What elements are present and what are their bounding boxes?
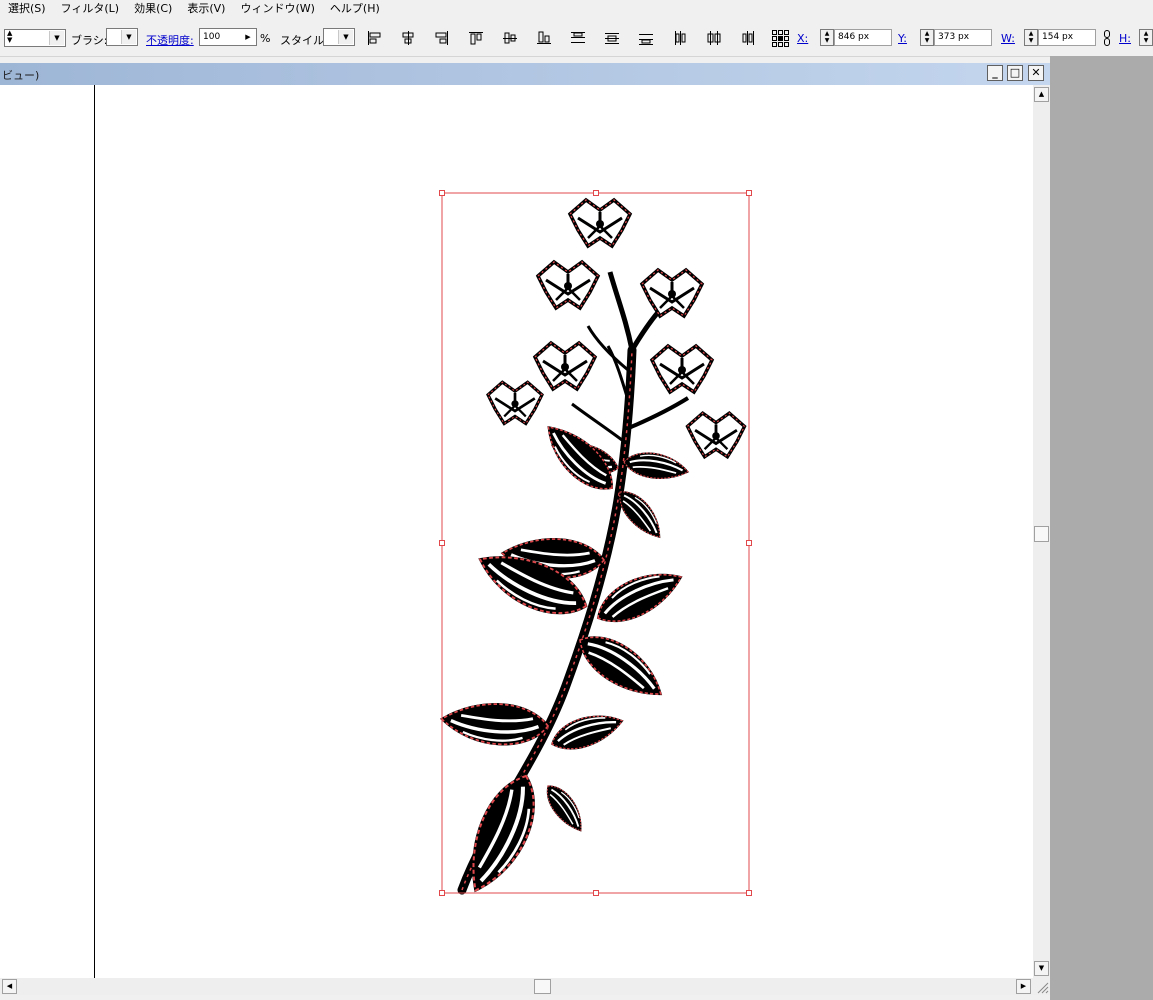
align-middle-icon[interactable] (500, 28, 520, 48)
menu-help[interactable]: ヘルプ(H) (322, 0, 387, 18)
h-label[interactable]: H: (1119, 32, 1131, 45)
chevron-down-icon: ▼ (49, 31, 64, 45)
y-label[interactable]: Y: (898, 32, 907, 45)
vertical-scrollbar[interactable]: ▲ ▼ (1033, 85, 1050, 978)
scroll-up-button[interactable]: ▲ (1034, 87, 1049, 102)
w-label[interactable]: W: (1001, 32, 1015, 45)
w-field[interactable]: 154 px (1038, 29, 1096, 46)
align-left-icon[interactable] (364, 28, 384, 48)
align-top-icon[interactable] (466, 28, 486, 48)
menu-select[interactable]: 選択(S) (0, 0, 53, 18)
align-bottom-icon[interactable] (534, 28, 554, 48)
brush-combo[interactable]: ▼ (106, 28, 138, 46)
chevron-down-icon: ▼ (338, 30, 353, 44)
arrow-right-icon: ▶ (1020, 982, 1027, 990)
style-label: スタイル: (280, 34, 328, 47)
document-titlebar: ビュー) _ □ ✕ (0, 63, 1050, 85)
vertical-scroll-thumb[interactable] (1034, 526, 1049, 542)
opacity-label[interactable]: 不透明度: (146, 32, 194, 48)
menu-effects[interactable]: 効果(C) (126, 0, 179, 18)
arrow-left-icon: ◀ (6, 982, 13, 990)
distribute-bottom-icon[interactable] (636, 28, 656, 48)
menu-filter[interactable]: フィルタ(L) (53, 0, 127, 18)
drawing-canvas[interactable] (0, 85, 1033, 978)
distribute-top-icon[interactable] (568, 28, 588, 48)
stroke-spinner-icon: ▲ ▼ (7, 29, 13, 44)
scroll-down-button[interactable]: ▼ (1034, 961, 1049, 976)
distribute-left-icon[interactable] (670, 28, 690, 48)
style-combo[interactable]: ▼ (323, 28, 355, 46)
scroll-left-button[interactable]: ◀ (2, 979, 17, 994)
resize-grip-icon[interactable] (1033, 978, 1050, 995)
x-field[interactable]: 846 px (834, 29, 892, 46)
h-spinner-icon[interactable]: ▲ ▼ (1139, 29, 1153, 46)
arrow-up-icon: ▲ (1038, 90, 1045, 98)
horizontal-scroll-thumb[interactable] (534, 979, 551, 994)
close-button[interactable]: ✕ (1028, 65, 1044, 81)
chevron-down-icon: ▼ (121, 30, 136, 44)
distribute-center-icon[interactable] (704, 28, 724, 48)
chevron-right-icon: ▶ (241, 30, 255, 44)
minimize-icon: _ (992, 66, 998, 79)
stroke-combo[interactable]: ▲ ▼ ▼ (4, 29, 66, 47)
brush-label: ブラシ: (71, 34, 108, 47)
botanical-illustration[interactable] (0, 85, 1033, 978)
distribute-right-icon[interactable] (738, 28, 758, 48)
workspace-background (1050, 56, 1153, 1000)
close-icon: ✕ (1031, 66, 1041, 79)
x-label[interactable]: X: (797, 32, 808, 45)
maximize-button[interactable]: □ (1007, 65, 1023, 81)
align-center-icon[interactable] (398, 28, 418, 48)
opacity-value: 100 (203, 32, 221, 42)
menu-bar: 選択(S) フィルタ(L) 効果(C) 表示(V) ウィンドウ(W) ヘルプ(H… (0, 0, 1153, 18)
maximize-icon: □ (1009, 66, 1021, 79)
minimize-button[interactable]: _ (987, 65, 1003, 81)
x-spinner-icon[interactable]: ▲ ▼ (820, 29, 834, 46)
scroll-right-button[interactable]: ▶ (1016, 979, 1031, 994)
horizontal-scrollbar[interactable]: ◀ ▶ (0, 978, 1033, 995)
y-spinner-icon[interactable]: ▲ ▼ (920, 29, 934, 46)
y-field[interactable]: 373 px (934, 29, 992, 46)
percent-label: % (260, 32, 271, 45)
menu-window[interactable]: ウィンドウ(W) (232, 0, 321, 18)
align-right-icon[interactable] (432, 28, 452, 48)
document-title: ビュー) (2, 69, 40, 82)
arrow-down-icon: ▼ (1038, 964, 1045, 972)
opacity-field[interactable]: 100 ▶ (199, 28, 257, 46)
distribute-middle-icon[interactable] (602, 28, 622, 48)
link-chain-icon[interactable] (1102, 29, 1112, 47)
transform-grid-icon[interactable] (770, 28, 790, 48)
property-toolbar: ▲ ▼ ▼ ブラシ: ▼ 不透明度: 100 ▶ % スタイル: ▼ X: ▲ ▼ … (0, 20, 1153, 57)
w-spinner-icon[interactable]: ▲ ▼ (1024, 29, 1038, 46)
menu-view[interactable]: 表示(V) (179, 0, 232, 18)
